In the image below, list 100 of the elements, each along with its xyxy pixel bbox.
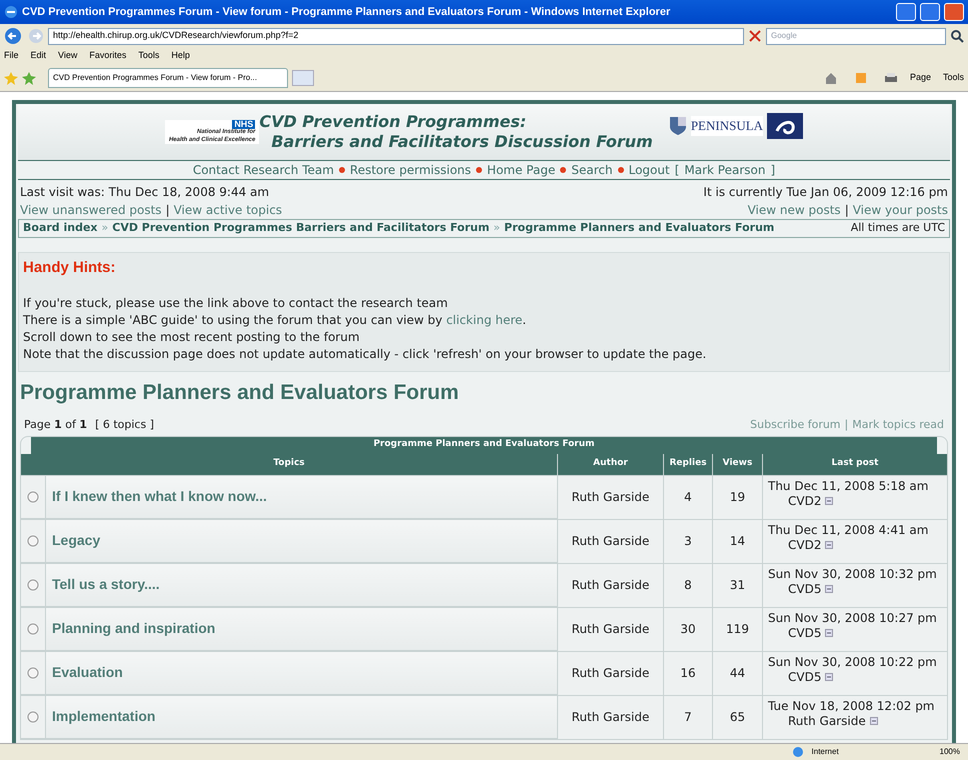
- author-cell: Ruth Garside: [558, 564, 663, 606]
- nav-link[interactable]: Home Page: [487, 161, 556, 179]
- column-header: Last post: [763, 454, 947, 474]
- back-icon: [4, 27, 24, 45]
- table-caption: Programme Planners and Evaluators Forum: [31, 436, 937, 454]
- stop-icon: [748, 29, 762, 43]
- timezone-text: All times are UTC: [850, 220, 945, 236]
- hint-text: Scroll down to see the most recent posting to the forum: [23, 328, 361, 346]
- globe-icon: [792, 746, 804, 758]
- shield-logo-icon: [668, 116, 687, 136]
- topic-status-icon: [27, 578, 39, 590]
- column-header: Topics: [21, 454, 557, 474]
- topic-status-icon: [27, 534, 39, 546]
- replies-cell: 8: [664, 564, 712, 606]
- topic-count-text: [ 6 topics ]: [95, 417, 154, 433]
- nav-link[interactable]: Contact Research Team: [192, 161, 334, 179]
- printer-icon: [884, 70, 898, 84]
- menu-item[interactable]: View: [58, 49, 78, 63]
- info-link[interactable]: View unanswered posts: [20, 201, 162, 219]
- last-post-author[interactable]: Ruth Garside: [788, 714, 866, 728]
- forum-banner-title: CVD Prevention Programmes:: [259, 112, 528, 132]
- bullet-icon: [618, 167, 624, 173]
- menu-item[interactable]: Tools: [138, 49, 160, 63]
- view-post-icon: [825, 497, 834, 505]
- toolbar-button[interactable]: Page: [910, 70, 931, 84]
- view-post-icon: [825, 629, 834, 637]
- bullet-icon: [476, 167, 482, 173]
- current-time-text: It is currently Tue Jan 06, 2009 12:16 pm: [703, 184, 948, 201]
- column-header: Views: [713, 454, 762, 474]
- last-post-time: Sun Nov 30, 2008 10:32 pm: [768, 566, 937, 582]
- hint-text: Note that the discussion page does not update automatically - click 'refresh' on your browser to update the page.: [23, 346, 708, 362]
- hint-text: If you're stuck, please use the link above to contact the research team: [23, 294, 449, 312]
- address-field[interactable]: http://ehealth.chirup.org.uk/CVDResearch/viewforum.php?f=2: [48, 28, 744, 44]
- last-post-author[interactable]: CVD5: [788, 626, 822, 640]
- nav-link[interactable]: Logout: [628, 161, 670, 179]
- wave-logo-icon: [767, 113, 804, 139]
- toolbar-button[interactable]: Tools: [942, 70, 964, 84]
- menu-item[interactable]: Help: [171, 49, 190, 63]
- pagination-text: Page 1 of 1: [24, 417, 88, 433]
- breadcrumb-link[interactable]: CVD Prevention Programmes Barriers and Facilitators Forum: [112, 220, 490, 237]
- views-cell: 44: [713, 652, 762, 694]
- view-post-icon: [870, 717, 878, 725]
- bullet-icon: [560, 167, 566, 173]
- hints-heading: Handy Hints:: [23, 258, 117, 278]
- last-post-time: Sun Nov 30, 2008 10:22 pm: [768, 654, 937, 670]
- feed-icon: [854, 70, 868, 84]
- breadcrumb-link[interactable]: Programme Planners and Evaluators Forum: [504, 220, 774, 237]
- separator-text: |: [844, 417, 848, 433]
- topic-link[interactable]: Evaluation: [52, 662, 123, 683]
- partner-logo-text: PENINSULA: [690, 116, 764, 136]
- home-icon: [824, 70, 838, 84]
- separator-text: |: [844, 202, 849, 219]
- search-icon: [950, 29, 964, 43]
- menu-item[interactable]: File: [4, 49, 19, 63]
- menu-item[interactable]: Favorites: [89, 49, 126, 63]
- views-cell: 119: [713, 608, 762, 650]
- last-post-author[interactable]: CVD2: [788, 538, 822, 552]
- column-header: Author: [558, 454, 663, 474]
- separator-text: »: [493, 220, 500, 236]
- topic-link[interactable]: Tell us a story....: [52, 574, 160, 595]
- window-title: CVD Prevention Programmes Forum - View forum - Programme Planners and Evaluators Forum - Windows Internet Explorer: [22, 4, 672, 20]
- nav-link[interactable]: Restore permissions: [350, 161, 472, 179]
- topic-link[interactable]: Legacy: [52, 530, 100, 551]
- view-post-icon: [825, 673, 834, 681]
- last-post-time: Tue Nov 18, 2008 12:02 pm: [768, 698, 934, 714]
- info-link[interactable]: View new posts: [748, 201, 841, 219]
- close-button[interactable]: [944, 3, 964, 21]
- user-link[interactable]: Mark Pearson: [684, 161, 766, 179]
- bracket-text: [: [674, 162, 680, 179]
- menu-item[interactable]: Edit: [30, 49, 46, 63]
- breadcrumb-link[interactable]: Board index: [23, 220, 98, 237]
- last-post-author[interactable]: CVD5: [788, 670, 822, 684]
- maximize-button[interactable]: [920, 3, 940, 21]
- topic-link[interactable]: Planning and inspiration: [52, 618, 216, 639]
- separator-text: |: [166, 202, 170, 219]
- topic-link[interactable]: Implementation: [52, 706, 156, 727]
- info-link[interactable]: View your posts: [852, 201, 948, 219]
- info-link[interactable]: View active topics: [174, 201, 282, 219]
- replies-cell: 3: [664, 520, 712, 562]
- hint-text: There is a simple 'ABC guide' to using the forum that you can view by: [23, 312, 444, 326]
- topic-status-icon: [27, 666, 39, 678]
- nav-link[interactable]: Search: [571, 161, 613, 179]
- author-cell: Ruth Garside: [558, 476, 663, 518]
- browser-tab[interactable]: CVD Prevention Programmes Forum - View forum - Pro...: [48, 68, 288, 88]
- author-cell: Ruth Garside: [558, 608, 663, 650]
- forum-heading: Programme Planners and Evaluators Forum: [19, 380, 460, 406]
- hint-link[interactable]: clicking here: [446, 312, 522, 326]
- author-cell: Ruth Garside: [558, 696, 663, 738]
- forum-banner-title: Barriers and Facilitators Discussion Forum: [271, 132, 653, 152]
- zoom-button[interactable]: 100%: [940, 746, 960, 758]
- last-post-author[interactable]: CVD5: [788, 582, 822, 596]
- hint-text: .: [522, 312, 526, 326]
- minimize-button[interactable]: [896, 3, 916, 21]
- star-icon: [4, 70, 18, 84]
- bracket-text: ]: [770, 162, 776, 179]
- last-visit-text: Last visit was: Thu Dec 18, 2008 9:44 am: [20, 184, 270, 201]
- replies-cell: 7: [664, 696, 712, 738]
- bullet-icon: [338, 167, 345, 173]
- views-cell: 65: [713, 696, 762, 738]
- last-post-author[interactable]: CVD2: [788, 494, 822, 508]
